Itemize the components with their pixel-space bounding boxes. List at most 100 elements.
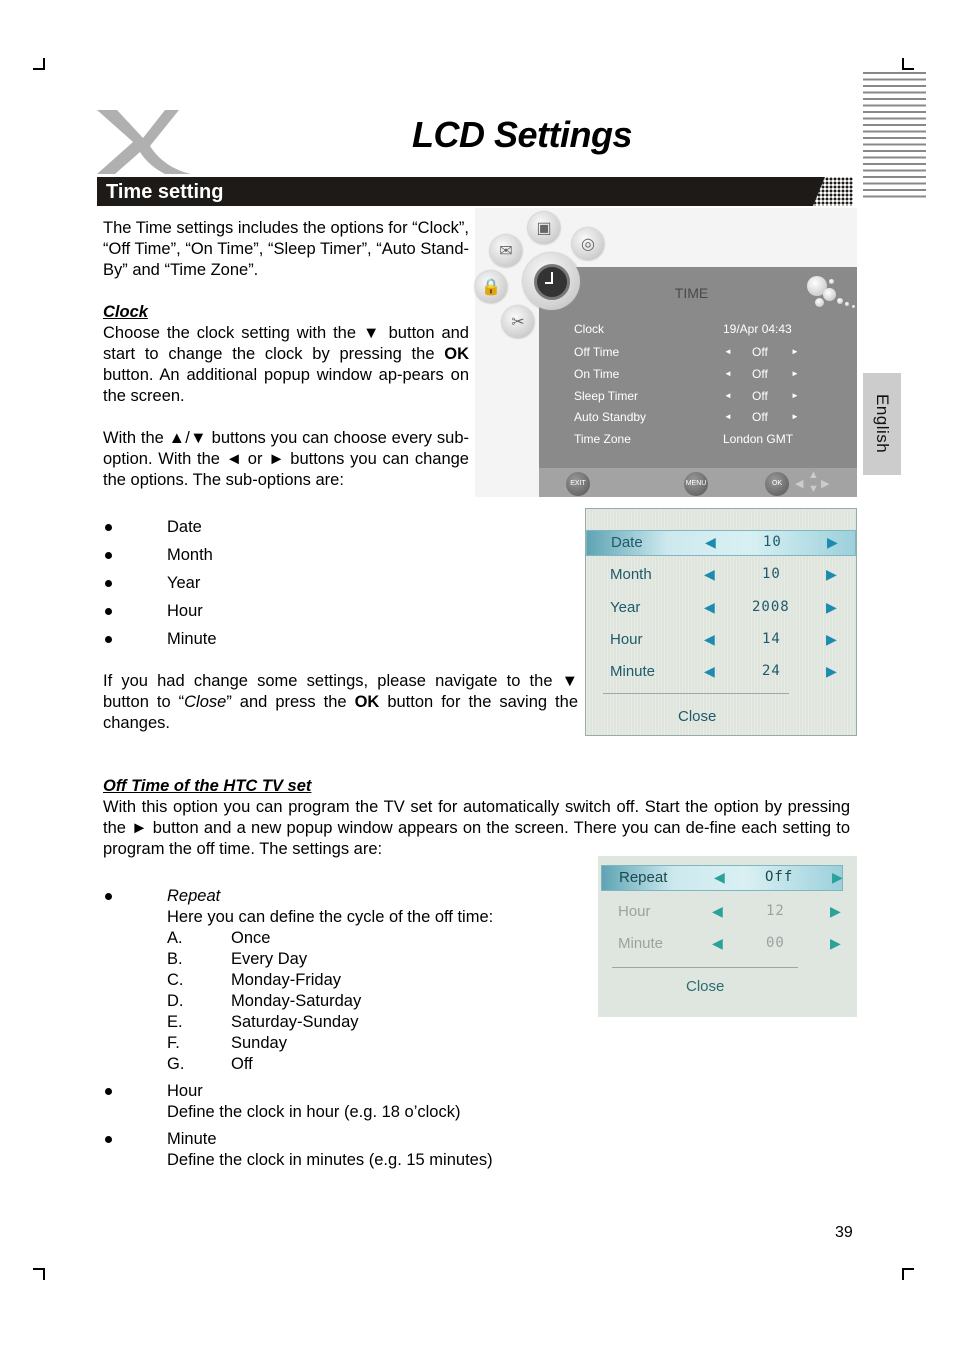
ok-bold: OK <box>444 345 469 363</box>
arrow-right-icon[interactable]: ▶ <box>826 663 837 680</box>
arrow-left-icon[interactable]: ◀ <box>704 631 715 648</box>
popup-row-repeat[interactable]: Repeat ◀ Off ▶ <box>601 865 843 891</box>
popup-row-date[interactable]: Date ◀ 10 ▶ <box>586 530 856 556</box>
arrow-right-icon[interactable]: ▶ <box>826 566 837 583</box>
divider <box>603 693 789 694</box>
arrow-left-icon[interactable]: ◀ <box>704 663 715 680</box>
popup-close-button[interactable]: Close <box>678 708 716 725</box>
clock-nav-paragraph: With the ▲/▼ buttons you can choose ever… <box>103 429 469 489</box>
arrow-left-icon[interactable]: ◀ <box>704 566 715 583</box>
arrow-left-icon[interactable]: ◀ <box>712 935 723 952</box>
row-label: On Time <box>574 367 620 381</box>
arrow-right-icon[interactable]: ▶ <box>832 869 843 886</box>
list-item-hour: Hour Define the clock in hour (e.g. 18 o… <box>103 1081 493 1123</box>
off-time-paragraph: With this option you can program the TV … <box>103 798 850 858</box>
popup-row-year[interactable]: Year ◀ 2008 ▶ <box>586 596 856 622</box>
arrow-left-icon[interactable]: ◄ <box>724 369 732 378</box>
popup-row-minute[interactable]: Minute ◀ 00 ▶ <box>598 932 857 958</box>
clock-menu-icon <box>523 253 580 310</box>
menu-row-clock[interactable]: Clock 19/Apr 04:43 <box>574 322 814 344</box>
arrow-left-icon[interactable]: ◄ <box>724 347 732 356</box>
section-title: Time setting <box>106 181 224 203</box>
menu-title: TIME <box>674 285 709 301</box>
option-text: Once <box>231 929 271 947</box>
menu-row-sleep-timer[interactable]: Sleep Timer ◄ Off ► <box>574 389 814 411</box>
arrow-right-icon[interactable]: ▶ <box>826 631 837 648</box>
popup-row-month[interactable]: Month ◀ 10 ▶ <box>586 563 856 589</box>
repeat-option: E. Saturday-Sunday <box>167 1012 493 1033</box>
row-label: Date <box>611 534 643 551</box>
section-header: Time setting <box>97 177 853 206</box>
popup-row-minute[interactable]: Minute ◀ 24 ▶ <box>586 660 856 686</box>
row-value: Off <box>752 410 768 424</box>
list-item: Year <box>103 569 217 597</box>
arrow-right-icon[interactable]: ► <box>791 369 799 378</box>
text-run: button. An additional popup window ap-pe… <box>103 366 469 405</box>
picture-menu-icon: ▣ <box>528 212 560 244</box>
arrow-left-icon[interactable]: ◀ <box>712 903 723 920</box>
option-text: Off <box>231 1055 253 1073</box>
popup-close-button[interactable]: Close <box>686 978 724 995</box>
arrow-right-icon[interactable]: ▶ <box>830 903 841 920</box>
row-value: London GMT <box>723 432 794 446</box>
arrow-left-icon[interactable]: ◀ <box>714 869 725 886</box>
menu-row-off-time[interactable]: Off Time ◄ Off ► <box>574 345 814 367</box>
option-letter: E. <box>167 1013 183 1031</box>
close-paragraph: If you had change some settings, please … <box>103 671 578 734</box>
menu-row-time-zone[interactable]: Time Zone London GMT <box>574 432 814 454</box>
arrow-left-icon[interactable]: ◄ <box>724 412 732 421</box>
tv-time-menu-screenshot: ▣ ✉ ◎ 🔒 ✂ TIME Clock 19/Apr 04:43 Off Ti… <box>475 208 857 497</box>
row-value: Off <box>752 367 768 381</box>
channel-menu-icon: ◎ <box>572 228 604 260</box>
arrow-right-icon[interactable]: ▶ <box>830 935 841 952</box>
text-run: Choose the clock setting with the ▼ butt… <box>103 324 469 363</box>
minute-desc: Define the clock in minutes (e.g. 15 min… <box>167 1151 493 1169</box>
option-text: Sunday <box>231 1034 287 1052</box>
halftone-decoration <box>813 177 853 206</box>
dpad-icon: ◀ ▲ ▼ ▶ <box>795 469 830 495</box>
list-item-minute: Minute Define the clock in minutes (e.g.… <box>103 1129 493 1171</box>
arrow-right-icon[interactable]: ► <box>791 347 799 356</box>
row-label: Repeat <box>619 869 668 886</box>
popup-row-hour[interactable]: Hour ◀ 14 ▶ <box>586 628 856 654</box>
ok-button[interactable]: OK <box>765 472 789 496</box>
menu-row-auto-standby[interactable]: Auto Standby ◄ Off ► <box>574 410 814 432</box>
row-label: Auto Standby <box>574 410 647 424</box>
hour-desc: Define the clock in hour (e.g. 18 o’cloc… <box>167 1103 461 1121</box>
arrow-right-icon[interactable]: ▶ <box>826 599 837 616</box>
arrow-right-icon[interactable]: ▶ <box>827 534 838 551</box>
arrow-left-icon[interactable]: ◄ <box>724 391 732 400</box>
intro-paragraph: The Time settings includes the options f… <box>103 219 469 279</box>
arrow-left-icon[interactable]: ◀ <box>705 534 716 551</box>
clock-popup-screenshot: Date ◀ 10 ▶ Month ◀ 10 ▶ Year ◀ 2008 ▶ H… <box>585 508 857 736</box>
repeat-desc: Here you can define the cycle of the off… <box>167 908 494 926</box>
option-text: Every Day <box>231 950 308 968</box>
popup-row-hour[interactable]: Hour ◀ 12 ▶ <box>598 900 857 926</box>
option-letter: A. <box>167 929 183 947</box>
exit-button[interactable]: EXIT <box>566 472 590 496</box>
setup-menu-icon: ✂ <box>502 306 534 338</box>
menu-row-on-time[interactable]: On Time ◄ Off ► <box>574 367 814 389</box>
crop-mark-bottom-right <box>902 1268 914 1280</box>
arrow-left-icon[interactable]: ◀ <box>704 599 715 616</box>
option-letter: C. <box>167 971 184 989</box>
option-letter: F. <box>167 1034 180 1052</box>
divider <box>612 967 798 968</box>
clock-heading: Clock <box>103 303 148 321</box>
arrow-right-icon[interactable]: ► <box>791 412 799 421</box>
menu-button[interactable]: MENU <box>684 472 708 496</box>
repeat-option: A. Once <box>167 928 493 949</box>
lock-menu-icon: 🔒 <box>475 271 507 303</box>
row-label: Minute <box>610 663 656 680</box>
arrow-right-icon[interactable]: ► <box>791 391 799 400</box>
row-value: 2008 <box>752 599 790 615</box>
repeat-option: C. Monday-Friday <box>167 970 493 991</box>
row-value: Off <box>752 345 768 359</box>
repeat-label: Repeat <box>167 887 221 905</box>
minute-label: Minute <box>167 1130 217 1148</box>
row-value: 12 <box>766 903 785 919</box>
list-item: Minute <box>103 625 217 653</box>
page-number: 39 <box>835 1224 853 1241</box>
row-label: Year <box>610 599 641 616</box>
row-label: Time Zone <box>574 432 631 446</box>
